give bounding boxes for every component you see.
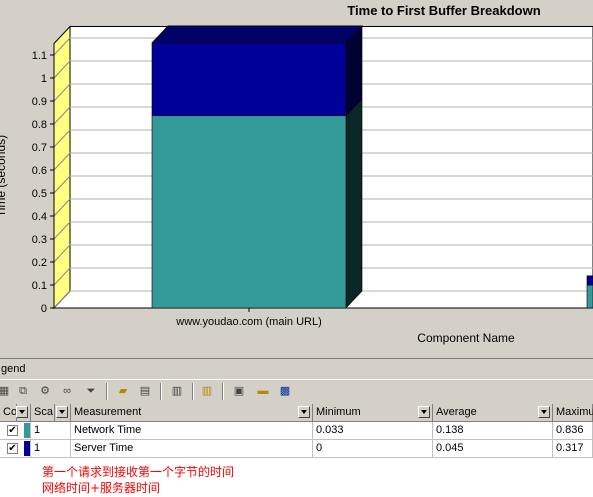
col-header-average[interactable]: Average — [433, 404, 553, 422]
export-icon[interactable]: ▤ — [138, 384, 152, 398]
y-tick-label: 0.6 — [32, 165, 47, 177]
save-icon[interactable]: ▩ — [278, 384, 292, 398]
copy-icon[interactable]: ▣ — [232, 384, 246, 398]
measurement-cell: Network Time — [71, 422, 313, 440]
scale-cell: 1 — [31, 422, 71, 440]
link-icon[interactable]: ∞ — [60, 384, 74, 398]
col-header-label: Maximu — [556, 406, 593, 418]
col-header-label: Sca — [34, 406, 53, 418]
row-color-cell[interactable]: ✔ — [0, 440, 31, 458]
col-header-col[interactable]: Col — [0, 404, 20, 422]
x-axis-label: Component Name — [417, 331, 515, 345]
y-tick-label: 0.9 — [32, 96, 47, 108]
y-tick-label: 0.2 — [32, 257, 47, 269]
col-header-minimum[interactable]: Minimum — [313, 404, 433, 422]
bar-top — [151, 25, 363, 44]
series-color-swatch — [24, 441, 30, 456]
legend-toolbar: ▦ ⧉ ⚙ ∞ ⏷ ▰ ▤ ▥ ▥ ▣ ▬ ▩ — [0, 379, 593, 405]
col-header-col-dropdown[interactable] — [16, 404, 31, 422]
scale-cell: 1 — [31, 440, 71, 458]
group-icon[interactable]: ⧉ — [16, 384, 30, 398]
ruler-icon[interactable]: ▬ — [256, 384, 270, 398]
open-folder-icon[interactable]: ▰ — [116, 384, 130, 398]
chevron-down-icon[interactable] — [56, 406, 68, 418]
bar-chart: 0 0.1 0.2 0.3 0.4 0.5 0.6 0.7 0.8 0.9 1 1.1 www.youd… — [0, 3, 593, 345]
chart-area: 0 0.1 0.2 0.3 0.4 0.5 0.6 0.7 0.8 0.9 1 1.1 www.youd… — [0, 0, 593, 358]
bar-segment — [151, 42, 347, 117]
legend-label: gend — [1, 363, 26, 375]
measurement-cell: Server Time — [71, 440, 313, 458]
y-tick-label: 0 — [41, 303, 47, 315]
maximum-cell: 0.317 — [553, 440, 593, 458]
y-tick-label: 1 — [41, 73, 47, 85]
maximum-cell: 0.836 — [553, 422, 593, 440]
y-tick-label: 0.3 — [32, 234, 47, 246]
y-tick-label: 0.5 — [32, 188, 47, 200]
chevron-down-icon[interactable] — [418, 406, 430, 418]
y-tick-label: 0.8 — [32, 119, 47, 131]
col-header-label: Minimum — [316, 406, 361, 418]
toolbar-separator — [192, 383, 194, 400]
table-row[interactable]: ✔ 1 Network Time 0.033 0.138 0.836 — [0, 422, 593, 440]
bar-segment — [151, 115, 347, 309]
series-color-swatch — [24, 423, 30, 438]
table-row[interactable]: ✔ 1 Server Time 0 0.045 0.317 — [0, 440, 593, 458]
col-header-measurement[interactable]: Measurement — [71, 404, 313, 422]
average-cell: 0.138 — [433, 422, 553, 440]
col-header-scale-dropdown[interactable] — [55, 404, 71, 422]
col-header-scale[interactable]: Sca — [31, 404, 55, 422]
y-tick-label: 0.4 — [32, 211, 47, 223]
measurement-table: Col Sca Measurement Minimum Average Maxi… — [0, 404, 593, 458]
toolbar-separator — [222, 383, 224, 400]
minimum-cell: 0.033 — [313, 422, 433, 440]
filter-icon[interactable]: ▦ — [0, 384, 11, 398]
chevron-down-icon[interactable] — [538, 406, 550, 418]
row-color-cell[interactable]: ✔ — [0, 422, 31, 440]
print-icon[interactable]: ▥ — [170, 384, 184, 398]
columns-icon[interactable]: ▥ — [200, 384, 214, 398]
visibility-checkbox[interactable]: ✔ — [7, 443, 18, 454]
y-axis-label: Time (seconds) — [0, 135, 8, 217]
funnel-icon[interactable]: ⏷ — [84, 384, 98, 398]
col-header-label: Measurement — [74, 406, 142, 418]
col-header-maximum[interactable]: Maximu — [553, 404, 593, 422]
configure-icon[interactable]: ⚙ — [38, 384, 52, 398]
legend-header: gend — [0, 358, 593, 379]
chevron-down-icon[interactable] — [16, 406, 28, 418]
col-header-label: Average — [436, 406, 477, 418]
bar-segment-partial — [586, 275, 593, 286]
chart-title: Time to First Buffer Breakdown — [347, 3, 540, 18]
x-tick-label: www.youdao.com (main URL) — [175, 316, 322, 328]
visibility-checkbox[interactable]: ✔ — [7, 425, 18, 436]
toolbar-separator — [106, 383, 108, 400]
annotation-note: 网络时间+服务器时间 — [42, 481, 161, 495]
y-tick-label: 0.7 — [32, 142, 47, 154]
bar-segment-partial — [586, 284, 593, 309]
toolbar-separator — [160, 383, 162, 400]
chevron-down-icon[interactable] — [298, 406, 310, 418]
minimum-cell: 0 — [313, 440, 433, 458]
y-tick-label: 0.1 — [32, 280, 47, 292]
bar-side-0 — [345, 97, 363, 309]
annotation-note: 第一个请求到接收第一个字节的时间 — [42, 465, 235, 479]
average-cell: 0.045 — [433, 440, 553, 458]
y-tick-label: 1.1 — [32, 50, 47, 62]
